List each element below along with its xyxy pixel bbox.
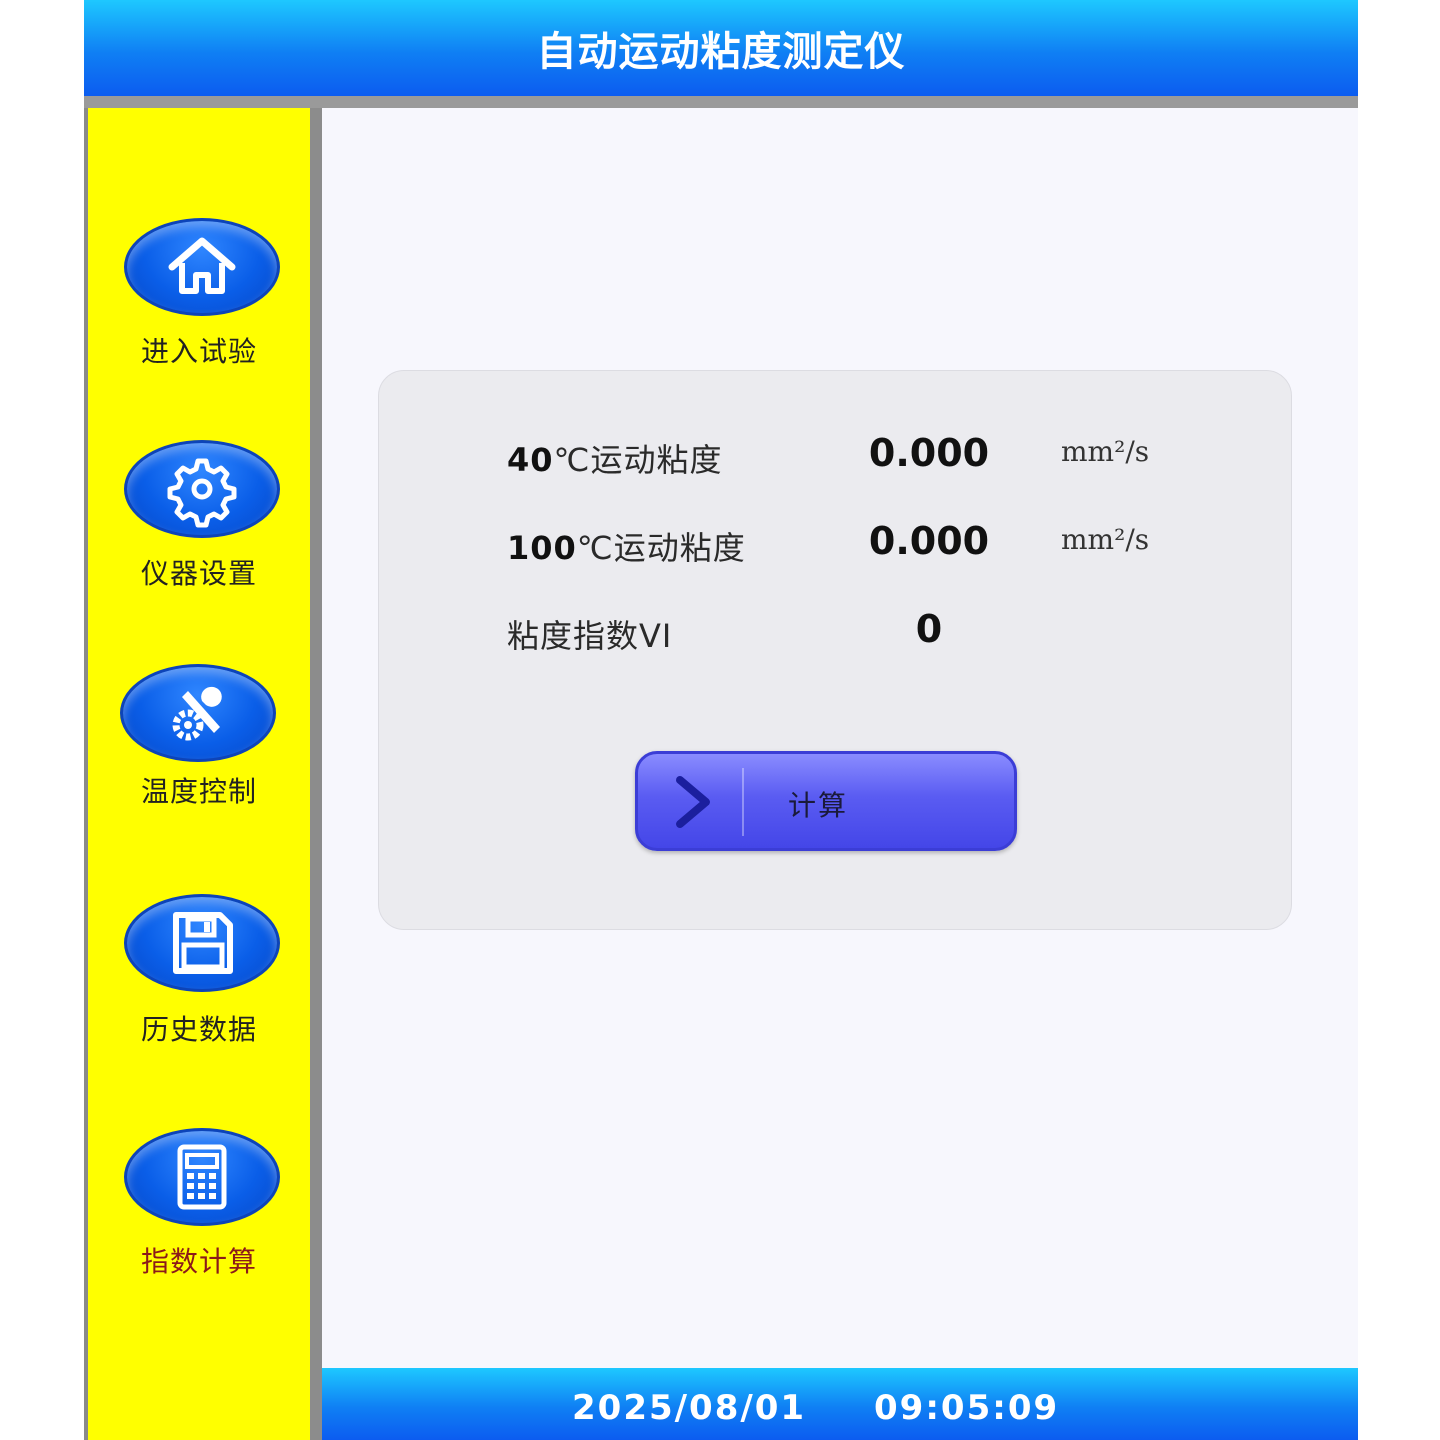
home-icon bbox=[168, 237, 236, 294]
result-value: 0 bbox=[915, 607, 943, 651]
sidebar-divider bbox=[310, 108, 322, 1440]
result-label-number: 100 bbox=[507, 529, 577, 567]
sidebar: 进入试验 仪器设置 温度控制 历史数据 指数计算 bbox=[88, 108, 310, 1440]
main-content: 40℃运动粘度 0.000 mm²/s 100℃运动粘度 0.000 mm²/s… bbox=[322, 108, 1358, 1368]
result-row-100c: 100℃运动粘度 0.000 mm²/s bbox=[379, 515, 1293, 575]
result-label: 40℃运动粘度 bbox=[507, 435, 722, 481]
app-title: 自动运动粘度测定仪 bbox=[536, 29, 906, 75]
result-panel: 40℃运动粘度 0.000 mm²/s 100℃运动粘度 0.000 mm²/s… bbox=[378, 370, 1292, 930]
title-divider bbox=[84, 96, 1358, 108]
calculator-icon bbox=[177, 1144, 227, 1210]
sidebar-item-label: 进入试验 bbox=[140, 335, 257, 368]
sidebar-item-label: 温度控制 bbox=[140, 775, 257, 808]
status-date: 2025/08/01 bbox=[572, 1388, 807, 1428]
sidebar-item-history-data[interactable]: 历史数据 bbox=[88, 894, 310, 1046]
result-row-40c: 40℃运动粘度 0.000 mm²/s bbox=[379, 427, 1293, 487]
sidebar-item-label: 历史数据 bbox=[140, 1013, 257, 1046]
result-label-text: ℃运动粘度 bbox=[576, 529, 746, 567]
wrench-gear-icon bbox=[172, 686, 222, 741]
home-button[interactable] bbox=[124, 218, 280, 316]
sidebar-item-label: 指数计算 bbox=[140, 1245, 257, 1278]
status-time: 09:05:09 bbox=[874, 1388, 1060, 1428]
title-bar: 自动运动粘度测定仪 bbox=[84, 0, 1358, 96]
status-bar: 2025/08/01 09:05:09 bbox=[322, 1368, 1358, 1440]
sidebar-item-temperature-control[interactable]: 温度控制 bbox=[88, 664, 310, 814]
temperature-button[interactable] bbox=[120, 664, 276, 762]
button-separator bbox=[742, 768, 744, 836]
result-label-number: 40 bbox=[507, 441, 554, 479]
chevron-right-icon bbox=[676, 776, 710, 828]
result-label-text: 粘度指数VI bbox=[507, 617, 673, 655]
result-unit: mm²/s bbox=[1061, 435, 1150, 468]
result-label: 100℃运动粘度 bbox=[507, 523, 746, 569]
sidebar-item-enter-test[interactable]: 进入试验 bbox=[88, 218, 310, 368]
calculate-button[interactable]: 计算 bbox=[635, 751, 1017, 851]
settings-button[interactable] bbox=[124, 440, 280, 538]
result-value: 0.000 bbox=[868, 519, 990, 563]
sidebar-item-instrument-settings[interactable]: 仪器设置 bbox=[88, 440, 310, 590]
result-label: 粘度指数VI bbox=[507, 611, 672, 657]
calculation-button[interactable] bbox=[124, 1128, 280, 1226]
result-row-vi: 粘度指数VI 0 bbox=[379, 603, 1293, 663]
history-button[interactable] bbox=[124, 894, 280, 992]
calculate-button-label: 计算 bbox=[788, 789, 849, 822]
floppy-disk-icon bbox=[173, 912, 233, 974]
result-unit: mm²/s bbox=[1061, 523, 1150, 556]
app-window: 自动运动粘度测定仪 进入试验 仪器设置 温度控制 历史数据 指数计算 40℃运动… bbox=[84, 0, 1358, 1440]
result-label-text: ℃运动粘度 bbox=[553, 441, 723, 479]
gear-icon bbox=[167, 458, 237, 528]
result-value: 0.000 bbox=[868, 431, 990, 475]
sidebar-item-index-calculation[interactable]: 指数计算 bbox=[88, 1128, 310, 1278]
sidebar-item-label: 仪器设置 bbox=[140, 557, 257, 590]
